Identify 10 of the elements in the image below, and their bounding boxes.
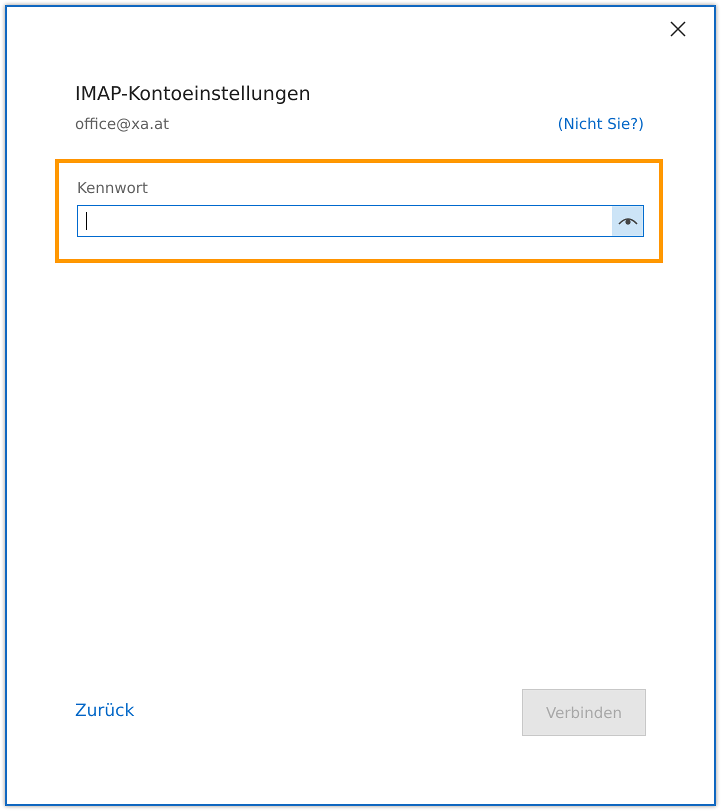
not-you-link[interactable]: (Nicht Sie?) [558,115,644,133]
password-label: Kennwort [77,179,149,197]
show-password-button[interactable] [612,206,643,236]
password-field[interactable] [77,205,644,237]
account-email: office@xa.at [75,115,170,133]
dialog-title: IMAP-Kontoeinstellungen [75,83,312,105]
back-link[interactable]: Zurück [75,700,134,720]
close-icon [670,21,686,37]
close-button[interactable] [668,19,688,39]
eye-icon [618,216,638,226]
